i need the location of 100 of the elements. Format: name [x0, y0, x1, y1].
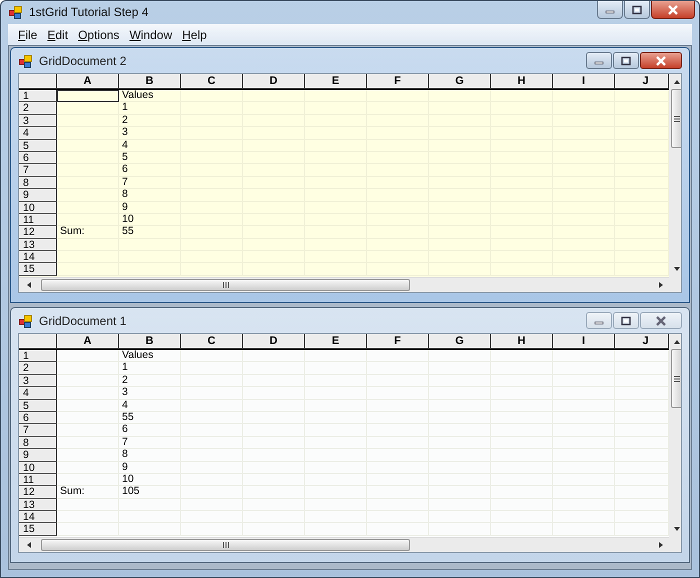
table-cell[interactable]: 6	[119, 164, 181, 177]
minimize-button[interactable]	[597, 1, 623, 19]
scroll-left-icon[interactable]	[25, 541, 33, 549]
row-header[interactable]: 15	[19, 523, 57, 536]
scrollbar-thumb[interactable]	[41, 279, 410, 291]
column-header[interactable]: B	[119, 74, 181, 89]
column-header[interactable]: I	[553, 74, 615, 89]
table-cell[interactable]: 105	[119, 486, 181, 499]
row-header[interactable]: 1	[19, 90, 57, 102]
table-cell[interactable]: 4	[119, 400, 181, 412]
table-cell[interactable]: 1	[119, 102, 181, 115]
table-cell[interactable]: 10	[119, 214, 181, 226]
scroll-right-icon[interactable]	[657, 541, 665, 549]
table-cell[interactable]: 3	[119, 127, 181, 140]
row-header[interactable]: 13	[19, 498, 57, 512]
column-header[interactable]: C	[181, 74, 243, 89]
row-header[interactable]: 4	[19, 387, 57, 400]
column-header[interactable]: I	[553, 334, 615, 349]
column-header[interactable]: H	[491, 334, 553, 349]
column-header[interactable]: J	[615, 334, 669, 349]
column-header[interactable]: E	[305, 74, 367, 89]
row-header[interactable]: 5	[19, 140, 57, 152]
column-header[interactable]: J	[615, 74, 669, 89]
row-header[interactable]: 14	[19, 511, 57, 524]
row-header[interactable]: 6	[19, 412, 57, 424]
scroll-left-icon[interactable]	[25, 281, 33, 289]
row-header[interactable]: 10	[19, 202, 57, 214]
row-header[interactable]: 1	[19, 350, 57, 362]
scrollbar-thumb[interactable]	[670, 349, 681, 408]
row-header[interactable]: 7	[19, 164, 57, 177]
row-header[interactable]: 14	[19, 251, 57, 264]
column-header[interactable]: A	[57, 74, 119, 89]
row-header[interactable]: 13	[19, 238, 57, 252]
column-header[interactable]: B	[119, 334, 181, 349]
row-header[interactable]: 10	[19, 462, 57, 474]
table-cell[interactable]: 9	[119, 462, 181, 474]
maximize-button[interactable]	[613, 312, 639, 329]
row-header[interactable]: 7	[19, 424, 57, 437]
menu-item[interactable]: Help	[177, 28, 212, 42]
row-header[interactable]: 12	[19, 226, 57, 239]
row-header[interactable]: 2	[19, 362, 57, 375]
row-header[interactable]: 9	[19, 189, 57, 202]
maximize-button[interactable]	[613, 52, 639, 69]
row-header[interactable]: 3	[19, 114, 57, 128]
column-header[interactable]: D	[243, 74, 305, 89]
table-cell[interactable]: 8	[119, 449, 181, 462]
menu-item[interactable]: Options	[73, 28, 124, 42]
scroll-up-icon[interactable]	[673, 338, 681, 346]
row-header[interactable]: 8	[19, 176, 57, 190]
table-cell[interactable]: 4	[119, 140, 181, 152]
close-button[interactable]	[651, 1, 695, 19]
horizontal-scrollbar[interactable]	[19, 537, 669, 552]
table-cell[interactable]: 55	[119, 412, 181, 424]
minimize-button[interactable]	[586, 312, 612, 329]
menu-item[interactable]: File	[13, 28, 42, 42]
row-header[interactable]: 8	[19, 436, 57, 450]
table-cell[interactable]	[57, 90, 119, 102]
close-button[interactable]	[640, 312, 682, 329]
close-button[interactable]	[640, 52, 682, 69]
table-cell[interactable]: 2	[119, 114, 181, 128]
table-cell[interactable]: 9	[119, 202, 181, 214]
row-header[interactable]: 6	[19, 152, 57, 164]
row-header[interactable]: 5	[19, 400, 57, 412]
row-header[interactable]: 9	[19, 449, 57, 462]
column-header[interactable]: F	[367, 334, 429, 349]
table-cell[interactable]: 8	[119, 189, 181, 202]
scroll-down-icon[interactable]	[673, 525, 681, 533]
menu-item[interactable]: Edit	[42, 28, 74, 42]
table-cell[interactable]: 7	[119, 436, 181, 450]
scroll-right-icon[interactable]	[657, 281, 665, 289]
menu-item[interactable]: Window	[124, 28, 178, 42]
column-header[interactable]: G	[429, 334, 491, 349]
column-header[interactable]: F	[367, 74, 429, 89]
table-cell[interactable]: Sum:	[57, 226, 119, 239]
column-header[interactable]: D	[243, 334, 305, 349]
minimize-button[interactable]	[586, 52, 612, 69]
table-cell[interactable]: Sum:	[57, 486, 119, 499]
scrollbar-thumb[interactable]	[41, 539, 410, 551]
maximize-button[interactable]	[624, 1, 650, 19]
scrollbar-thumb[interactable]	[670, 89, 681, 148]
horizontal-scrollbar[interactable]	[19, 277, 669, 292]
row-header[interactable]: 11	[19, 214, 57, 226]
table-cell[interactable]: 7	[119, 176, 181, 190]
column-header[interactable]: A	[57, 334, 119, 349]
table-cell[interactable]: 1	[119, 362, 181, 375]
table-cell[interactable]: 2	[119, 374, 181, 388]
row-header[interactable]: 15	[19, 263, 57, 276]
scroll-up-icon[interactable]	[673, 78, 681, 86]
row-header[interactable]: 2	[19, 102, 57, 115]
table-cell[interactable]: 55	[119, 226, 181, 239]
column-header[interactable]: E	[305, 334, 367, 349]
table-cell[interactable]: Values	[119, 350, 181, 362]
table-cell[interactable]: 10	[119, 474, 181, 486]
table-cell[interactable]: Values	[119, 90, 181, 102]
column-header[interactable]: G	[429, 74, 491, 89]
table-cell[interactable]: 6	[119, 424, 181, 437]
row-header[interactable]: 12	[19, 486, 57, 499]
row-header[interactable]: 11	[19, 474, 57, 486]
table-cell[interactable]: 5	[119, 152, 181, 164]
scroll-down-icon[interactable]	[673, 265, 681, 273]
